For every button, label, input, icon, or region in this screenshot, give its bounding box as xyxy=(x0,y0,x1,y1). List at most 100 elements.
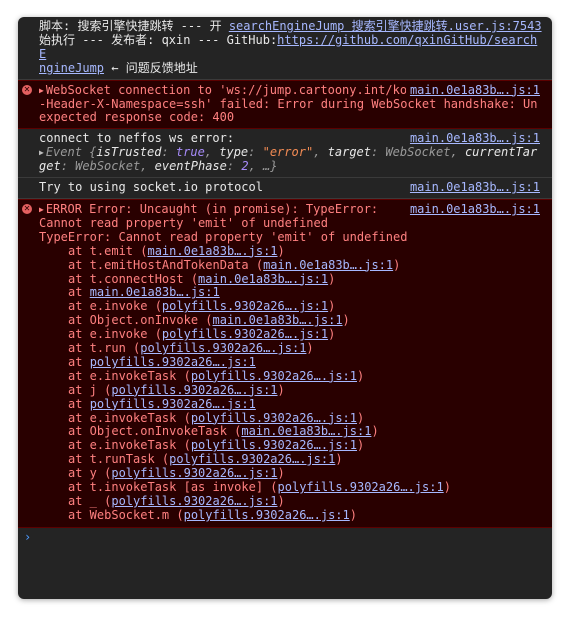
stack-frame-link[interactable]: polyfills.9302a26….js:1 xyxy=(191,369,357,383)
stack-frame-function: at e.invokeTask ( xyxy=(68,438,191,453)
message-source-link[interactable]: main.0e1a83b….js:1 xyxy=(405,131,540,147)
console-message-socketio: main.0e1a83b….js:1 Try to using socket.i… xyxy=(18,178,552,199)
obj-key: currentTar xyxy=(464,145,538,160)
stack-frame-function: at e.invokeTask ( xyxy=(68,410,191,425)
expand-triangle-icon[interactable]: ▶ xyxy=(39,203,44,217)
obj-value: true xyxy=(175,145,205,160)
stack-frame: at e.invokeTask (polyfills.9302a26….js:1… xyxy=(39,410,542,426)
stack-frame-suffix: ) xyxy=(371,424,379,439)
message-source-link[interactable]: main.0e1a83b….js:1 xyxy=(405,202,540,217)
stack-frame-function: at WebSocket.m ( xyxy=(68,507,184,522)
stack-frame-suffix: ) xyxy=(357,368,365,383)
stack-frame: at j (polyfills.9302a26….js:1) xyxy=(39,382,542,398)
stack-frame-link[interactable]: polyfills.9302a26….js:1 xyxy=(111,466,277,480)
script-source-link[interactable]: searchEngineJump 搜索引擎快捷跳转.user.js:7543 xyxy=(229,19,542,33)
stack-frame-link[interactable]: polyfills.9302a26….js:1 xyxy=(278,480,444,494)
message-source-link[interactable]: main.0e1a83b….js:1 xyxy=(405,83,540,98)
stack-frame-suffix: ) xyxy=(349,507,357,522)
expand-triangle-icon[interactable]: ▶ xyxy=(39,146,44,160)
stack-frame-function: at Object.onInvoke ( xyxy=(68,313,213,328)
stack-frame-link[interactable]: polyfills.9302a26….js:1 xyxy=(169,452,335,466)
stack-frame: at y (polyfills.9302a26….js:1) xyxy=(39,466,542,481)
stack-frame-suffix: ) xyxy=(306,341,314,356)
obj-key: type xyxy=(219,145,249,160)
stack-frame-suffix: ) xyxy=(443,480,451,495)
stack-frame-suffix: ) xyxy=(328,299,336,314)
stack-frame: at WebSocket.m (polyfills.9302a26….js:1) xyxy=(39,507,542,523)
stack-frame-suffix: ) xyxy=(277,466,285,481)
stack-frame: at polyfills.9302a26….js:1 xyxy=(39,354,542,370)
prompt-chevron-icon: › xyxy=(24,529,32,544)
console-prompt[interactable]: › xyxy=(18,528,552,550)
stack-frame-function: at xyxy=(68,285,90,300)
stack-frame: at t.emit (main.0e1a83b….js:1) xyxy=(39,243,542,259)
github-link-part-2[interactable]: ngineJump xyxy=(39,61,104,75)
stack-frame-function: at e.invoke ( xyxy=(68,327,162,342)
script-info-text-3: ← 问题反馈地址 xyxy=(104,60,198,75)
stack-frame-link[interactable]: polyfills.9302a26….js:1 xyxy=(111,383,277,397)
stack-frame-link[interactable]: polyfills.9302a26….js:1 xyxy=(184,508,350,522)
stack-frame-function: at xyxy=(68,354,90,369)
obj-value: 2 xyxy=(241,159,249,174)
error-icon: ✕ xyxy=(22,84,32,95)
stack-frame-function: at t.invokeTask [as invoke] ( xyxy=(68,480,278,495)
stack-frame-function: at t.emit ( xyxy=(68,243,148,258)
stack-frame: at t.runTask (polyfills.9302a26….js:1) xyxy=(39,452,542,467)
stack-frame-link[interactable]: polyfills.9302a26….js:1 xyxy=(90,397,256,411)
obj-more: …} xyxy=(263,159,278,174)
event-object-preview[interactable]: ▶ Event {isTrusted: true, type: "error", … xyxy=(39,145,542,174)
stack-frame-link[interactable]: polyfills.9302a26….js:1 xyxy=(162,299,328,313)
uncaught-line-2: Cannot read property 'emit' of undefined xyxy=(39,215,328,230)
stack-frame-suffix: ) xyxy=(277,243,285,258)
stack-frame-link[interactable]: polyfills.9302a26….js:1 xyxy=(140,341,306,355)
stack-frame-function: at j ( xyxy=(68,382,112,397)
stack-frame-suffix: ) xyxy=(277,382,285,397)
script-info-line-1: 脚本: 搜索引擎快捷跳转 --- 开 searchEngineJump 搜索引擎… xyxy=(39,19,542,34)
expand-triangle-icon[interactable]: ▶ xyxy=(39,84,44,98)
script-info-line-2: 始执行 --- 发布者: qxin --- GitHub:https://git… xyxy=(39,33,542,62)
stack-frame-function: at t.emitHostAndTokenData ( xyxy=(68,257,264,272)
stack-frame-suffix: ) xyxy=(335,452,343,467)
obj-key: target xyxy=(327,145,371,160)
stack-frame-link[interactable]: main.0e1a83b….js:1 xyxy=(90,285,220,299)
error-icon: ✕ xyxy=(22,203,32,214)
stack-frame-function: at y ( xyxy=(68,466,112,481)
obj-key: eventPhase xyxy=(154,159,227,174)
stack-frame: at _ (polyfills.9302a26….js:1) xyxy=(39,494,542,509)
script-info-text-1: 脚本: 搜索引擎快捷跳转 --- 开 xyxy=(39,19,222,33)
stack-frame-link[interactable]: polyfills.9302a26….js:1 xyxy=(162,327,328,341)
stack-frame: at t.run (polyfills.9302a26….js:1) xyxy=(39,341,542,356)
stack-frame-link[interactable]: main.0e1a83b….js:1 xyxy=(147,244,277,258)
stack-frame: at t.emitHostAndTokenData (main.0e1a83b…… xyxy=(39,257,542,273)
stack-frame-link[interactable]: polyfills.9302a26….js:1 xyxy=(191,438,357,452)
stack-frame: at e.invoke (polyfills.9302a26….js:1) xyxy=(39,299,542,314)
stack-frame-link[interactable]: main.0e1a83b….js:1 xyxy=(198,272,328,286)
stack-frame: at e.invokeTask (polyfills.9302a26….js:1… xyxy=(39,368,542,384)
stack-frame: at main.0e1a83b….js:1 xyxy=(39,285,542,300)
obj-key: isTrusted xyxy=(96,145,162,160)
stack-frame-function: at t.runTask ( xyxy=(68,452,170,467)
obj-value: WebSocket xyxy=(75,159,141,174)
stack-frame-link[interactable]: polyfills.9302a26….js:1 xyxy=(90,355,256,369)
stack-frame-function: at t.run ( xyxy=(68,341,141,356)
stack-frame-suffix: ) xyxy=(357,410,365,425)
stack-frame: at Object.onInvoke (main.0e1a83b….js:1) xyxy=(39,313,542,328)
message-source-link[interactable]: main.0e1a83b….js:1 xyxy=(405,180,540,195)
stack-frame: at e.invokeTask (polyfills.9302a26….js:1… xyxy=(39,438,542,453)
stack-frame-function: at e.invoke ( xyxy=(68,299,162,314)
console-error-uncaught: ✕ main.0e1a83b….js:1 ▶ ERROR Error: Uncau… xyxy=(18,198,552,528)
stack-frame-link[interactable]: main.0e1a83b….js:1 xyxy=(241,424,371,439)
stack-frame-suffix: ) xyxy=(328,327,336,342)
stack-frame-link[interactable]: polyfills.9302a26….js:1 xyxy=(191,411,357,425)
obj-value: WebSocket xyxy=(385,145,451,160)
stack-frame: at t.invokeTask [as invoke] (polyfills.9… xyxy=(39,480,542,495)
stack-frame-suffix: ) xyxy=(357,438,365,453)
stack-frame-link[interactable]: polyfills.9302a26….js:1 xyxy=(111,494,277,508)
uncaught-line-1: ERROR Error: Uncaught (in promise): Type… xyxy=(45,201,379,216)
stack-frame-link[interactable]: main.0e1a83b….js:1 xyxy=(213,313,343,327)
stack-frame-function: at t.connectHost ( xyxy=(68,271,199,286)
obj-key-cont: get xyxy=(39,159,61,174)
stack-frame: at Object.onInvokeTask (main.0e1a83b….js… xyxy=(39,425,542,439)
stack-frame-link[interactable]: main.0e1a83b….js:1 xyxy=(263,258,393,272)
console-error-websocket: ✕ main.0e1a83b….js:1 ▶ WebSocket connecti… xyxy=(18,79,552,130)
